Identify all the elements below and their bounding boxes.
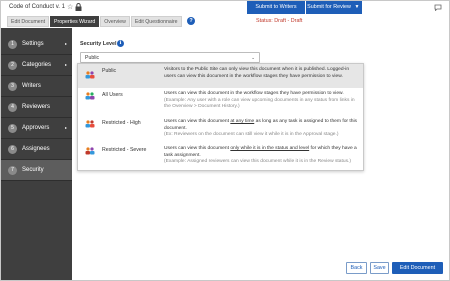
- step-number: 3: [8, 81, 17, 91]
- wizard-sidebar: 1 Settings ▸ 2 Categories ▸ 3 Writers 4 …: [1, 28, 72, 280]
- option-restricted-high[interactable]: Restricted - High Users can view this do…: [78, 116, 363, 142]
- sidebar-item-assignees[interactable]: 6 Assignees: [1, 139, 72, 159]
- submit-to-writers-button[interactable]: Submit to Writers: [247, 1, 305, 14]
- option-label: Restricted - High: [102, 120, 141, 126]
- sidebar-item-label: Reviewers: [22, 104, 51, 110]
- people-restricted-icon: [85, 120, 95, 128]
- sidebar-item-label: Categories: [22, 62, 52, 68]
- tab-edit-questionnaire[interactable]: Edit Questionnaire: [130, 16, 182, 27]
- step-number: 5: [8, 123, 17, 133]
- option-description: Users can view this document in the work…: [164, 91, 355, 110]
- sidebar-item-categories[interactable]: 2 Categories ▸: [1, 55, 72, 75]
- app-window: Code of Conduct v. 1 ☆ Submit to Writers…: [0, 0, 450, 281]
- people-group-icon: [85, 71, 95, 79]
- step-number: 4: [8, 102, 17, 112]
- back-button[interactable]: Back: [346, 262, 367, 274]
- security-level-label: Security Level: [80, 41, 117, 47]
- step-number: 2: [8, 60, 17, 70]
- chat-bubble-icon[interactable]: [434, 4, 442, 11]
- step-number: 7: [8, 165, 17, 175]
- top-bar: Code of Conduct v. 1 ☆ Submit to Writers…: [1, 1, 449, 28]
- security-level-dropdown: Public Visitors to the Public Site can o…: [77, 63, 364, 171]
- sidebar-item-reviewers[interactable]: 4 Reviewers: [1, 97, 72, 117]
- tab-edit-document[interactable]: Edit Document: [7, 16, 50, 27]
- sidebar-item-label: Assignees: [22, 146, 50, 152]
- option-restricted-severe[interactable]: Restricted - Severe Users can view this …: [78, 143, 363, 171]
- info-icon[interactable]: i: [117, 40, 124, 47]
- chevron-down-icon: ⌄: [251, 55, 255, 60]
- option-description: Users can view this document only while …: [164, 146, 357, 165]
- option-public[interactable]: Public Visitors to the Public Site can o…: [78, 64, 363, 88]
- submit-for-review-button[interactable]: Submit for Review: [306, 1, 352, 14]
- sidebar-item-writers[interactable]: 3 Writers: [1, 76, 72, 96]
- sidebar-item-label: Security: [22, 167, 44, 173]
- help-icon[interactable]: ?: [187, 17, 195, 25]
- tab-bar: Edit Document Properties Wizard Overview…: [7, 16, 183, 27]
- sidebar-item-approvers[interactable]: 5 Approvers ▸: [1, 118, 72, 138]
- caret-right-icon: ▸: [64, 62, 67, 67]
- tab-overview[interactable]: Overview: [100, 16, 130, 27]
- option-description: Visitors to the Public Site can only vie…: [164, 67, 350, 79]
- edit-document-button[interactable]: Edit Document: [392, 262, 443, 274]
- people-group-icon: [85, 92, 95, 100]
- main-content: Security Level i Public ⌄ Public Visitor…: [72, 28, 449, 280]
- divider: [1, 180, 72, 181]
- step-number: 6: [8, 144, 17, 154]
- select-value: Public: [85, 55, 100, 61]
- step-number: 1: [8, 39, 17, 49]
- option-all-users[interactable]: All Users Users can view this document i…: [78, 88, 363, 114]
- option-label: Restricted - Severe: [102, 147, 147, 153]
- document-title: Code of Conduct v. 1: [9, 4, 65, 10]
- people-restricted-icon: [85, 147, 95, 155]
- document-status: Status: Draft - Draft: [256, 18, 303, 24]
- lock-icon: [75, 3, 82, 11]
- sidebar-item-settings[interactable]: 1 Settings ▸: [1, 34, 72, 54]
- sidebar-item-label: Settings: [22, 41, 44, 47]
- save-button[interactable]: Save: [370, 262, 389, 274]
- tab-properties-wizard[interactable]: Properties Wizard: [50, 16, 100, 27]
- option-description: Users can view this document at any time…: [164, 119, 358, 138]
- caret-right-icon: ▸: [64, 125, 67, 130]
- option-label: All Users: [102, 92, 123, 98]
- sidebar-item-security[interactable]: 7 Security: [1, 160, 72, 180]
- security-level-select[interactable]: Public ⌄: [80, 52, 260, 63]
- option-label: Public: [102, 68, 117, 74]
- caret-right-icon: ▸: [64, 41, 67, 46]
- caret-down-icon: ▼: [354, 4, 360, 10]
- sidebar-item-label: Writers: [22, 83, 41, 89]
- submit-dropdown-button[interactable]: ▼: [352, 1, 362, 14]
- sidebar-item-label: Approvers: [22, 125, 50, 131]
- star-outline-icon[interactable]: ☆: [67, 3, 73, 11]
